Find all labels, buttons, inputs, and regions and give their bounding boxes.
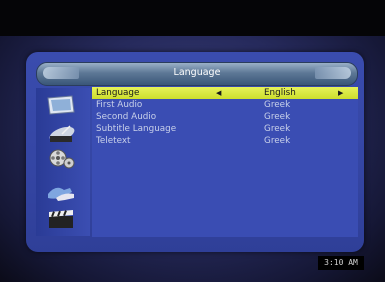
menu-item-label: Language [96, 88, 140, 98]
letterbox-band [0, 0, 385, 36]
menu-item-value: Greek [264, 112, 291, 122]
menu-item-value: English [264, 88, 296, 98]
menu-item-label: Second Audio [96, 112, 157, 122]
menu-titlebar: Language [36, 62, 358, 86]
tv-screen: Language Language ◀ English ▶ First Audi… [0, 0, 385, 282]
menu-item-value: Greek [264, 136, 291, 146]
language-menu: Language ◀ English ▶ First Audio Greek S… [92, 87, 358, 237]
hands-icon[interactable] [46, 180, 78, 202]
menu-item-subtitle-language[interactable]: Subtitle Language Greek [92, 123, 358, 135]
menu-item-label: Teletext [96, 136, 131, 146]
menu-item-teletext[interactable]: Teletext Greek [92, 135, 358, 147]
menu-title: Language [173, 67, 221, 78]
right-arrow-icon[interactable]: ▶ [338, 87, 343, 99]
menu-item-value: Greek [264, 124, 291, 134]
satellite-dish-icon[interactable] [46, 122, 78, 144]
category-sidebar [36, 88, 90, 236]
menu-item-label: Subtitle Language [96, 124, 177, 134]
menu-item-first-audio[interactable]: First Audio Greek [92, 99, 358, 111]
menu-item-second-audio[interactable]: Second Audio Greek [92, 111, 358, 123]
menu-item-value: Greek [264, 100, 291, 110]
menu-item-language[interactable]: Language ◀ English ▶ [92, 87, 358, 99]
clapperboard-icon[interactable] [46, 208, 78, 230]
film-reels-icon[interactable] [46, 148, 78, 170]
clock: 3:10 AM [318, 256, 364, 270]
left-arrow-icon[interactable]: ◀ [216, 87, 221, 99]
menu-item-label: First Audio [96, 100, 143, 110]
tv-icon[interactable] [46, 94, 78, 116]
